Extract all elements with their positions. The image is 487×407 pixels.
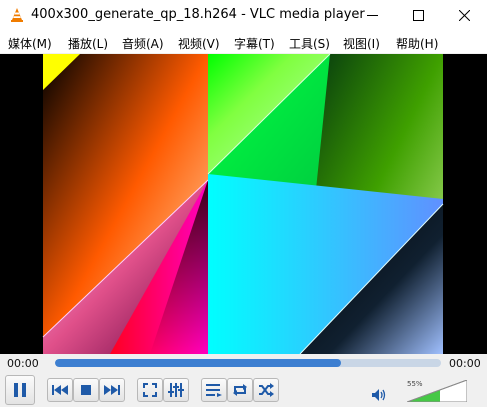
close-icon (459, 10, 470, 21)
menu-media[interactable]: 媒体(M) (8, 35, 52, 52)
previous-button[interactable] (47, 378, 73, 402)
control-bar: 55% (0, 372, 487, 407)
loop-icon (233, 384, 247, 396)
playlist-icon (206, 384, 222, 397)
volume-level-graphic (407, 380, 467, 402)
menu-bar: 媒体(M) 播放(L) 音频(A) 视频(V) 字幕(T) 工具(S) 视图(I… (0, 31, 487, 53)
playlist-button[interactable] (201, 378, 227, 402)
next-button[interactable] (99, 378, 125, 402)
equalizer-icon (168, 383, 184, 397)
remaining-time[interactable]: 00:00 (449, 357, 481, 370)
stop-icon (81, 385, 91, 395)
stop-button[interactable] (73, 378, 99, 402)
volume-fill (407, 380, 440, 402)
fullscreen-button[interactable] (137, 378, 163, 402)
speaker-icon[interactable] (372, 389, 386, 401)
pause-icon (14, 383, 26, 397)
menu-tools[interactable]: 工具(S) (289, 35, 330, 52)
title-bar: 400x300_generate_qp_18.h264 - VLC media … (0, 0, 487, 31)
menu-video[interactable]: 视频(V) (178, 35, 220, 52)
elapsed-time: 00:00 (7, 357, 39, 370)
seek-bar[interactable] (55, 359, 441, 367)
seek-bar-fill (55, 359, 341, 367)
close-button[interactable] (441, 0, 487, 31)
window-title: 400x300_generate_qp_18.h264 - VLC media … (31, 7, 365, 22)
shuffle-icon (259, 383, 274, 397)
fullscreen-icon (143, 383, 157, 397)
skip-previous-icon (52, 385, 68, 395)
pause-button[interactable] (5, 375, 35, 405)
skip-next-icon (104, 385, 120, 395)
minimize-button[interactable] (349, 0, 395, 31)
maximize-button[interactable] (395, 0, 441, 31)
vlc-cone-icon (11, 8, 23, 22)
video-frame (42, 54, 444, 354)
menu-view[interactable]: 视图(I) (343, 35, 380, 52)
menu-help[interactable]: 帮助(H) (396, 35, 438, 52)
minimize-icon (367, 15, 378, 16)
menu-subtitle[interactable]: 字幕(T) (234, 35, 275, 52)
volume-slider[interactable]: 55% (407, 380, 467, 402)
extended-settings-button[interactable] (163, 378, 189, 402)
menu-playback[interactable]: 播放(L) (68, 35, 108, 52)
video-display[interactable] (0, 54, 487, 354)
menu-audio[interactable]: 音频(A) (122, 35, 164, 52)
maximize-icon (413, 10, 424, 21)
shuffle-button[interactable] (253, 378, 279, 402)
loop-button[interactable] (227, 378, 253, 402)
seek-row: 00:00 00:00 (0, 354, 487, 372)
